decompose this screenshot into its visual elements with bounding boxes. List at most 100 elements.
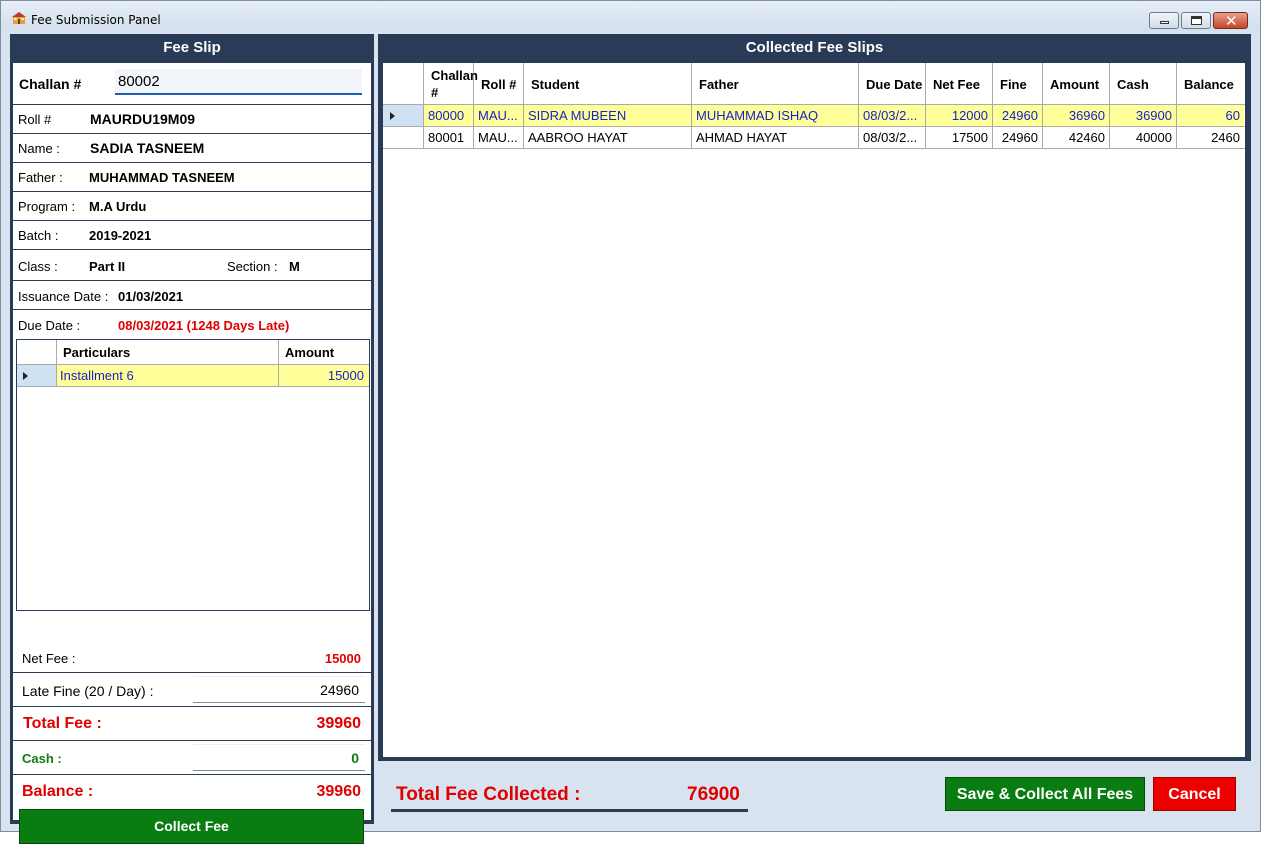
program-value: M.A Urdu [89,199,147,214]
due-date-column-header[interactable]: Due Date [859,63,926,105]
row-selector[interactable] [383,105,424,126]
father-cell[interactable]: MUHAMMAD ISHAQ [692,105,859,126]
challan-row: Challan # [13,63,371,105]
student-cell[interactable]: SIDRA MUBEEN [524,105,692,126]
due-date-label: Due Date : [18,318,81,333]
collected-fee-slips-grid[interactable]: Challan # Roll # Student Father Due Date… [383,63,1245,757]
late-fine-label: Late Fine (20 / Day) : [22,683,154,699]
table-row[interactable]: 80000 MAU... SIDRA MUBEEN MUHAMMAD ISHAQ… [383,105,1245,127]
fee-slip-panel: Fee Slip Challan # Roll # MAURDU19M09 Na… [10,34,374,844]
fine-column-header[interactable]: Fine [993,63,1043,105]
father-cell[interactable]: AHMAD HAYAT [692,127,859,148]
program-label: Program : [18,199,76,214]
father-label: Father : [18,170,63,185]
row-selector[interactable] [17,365,57,386]
late-fine-input[interactable] [193,676,365,703]
class-value: Part II [89,259,126,274]
roll-label: Roll # [18,112,52,127]
fee-slip-header: Fee Slip [163,39,221,56]
cash-row: Cash : [13,741,371,775]
row-header-corner [383,63,424,105]
challan-cell[interactable]: 80001 [424,127,474,148]
section-label: Section : [227,259,278,274]
collected-fee-slips-panel: Collected Fee Slips Challan # Roll # Stu… [378,34,1251,761]
balance-value: 39960 [316,783,362,800]
total-underline [391,809,748,812]
total-fee-row: Total Fee : 39960 [13,707,371,741]
window-title: Fee Submission Panel [31,13,161,27]
title-bar[interactable]: Fee Submission Panel ✕ [1,1,1260,31]
issuance-row: Issuance Date : 01/03/2021 [13,281,371,310]
collect-fee-button[interactable]: Collect Fee [19,809,364,844]
row-selector[interactable] [383,127,424,148]
balance-cell[interactable]: 2460 [1177,127,1244,148]
roll-row: Roll # MAURDU19M09 [13,105,371,134]
roll-cell[interactable]: MAU... [474,127,524,148]
save-collect-all-button[interactable]: Save & Collect All Fees [945,777,1145,811]
father-value: MUHAMMAD TASNEEM [89,170,235,185]
fee-submission-window: Fee Submission Panel ✕ Fee Slip Challan … [0,0,1261,844]
total-fee-collected-value: 76900 [687,784,740,805]
fine-cell[interactable]: 24960 [993,105,1043,126]
cash-cell[interactable]: 36900 [1110,105,1177,126]
amount-cell[interactable]: 36960 [1043,105,1110,126]
challan-column-header[interactable]: Challan # [424,63,478,105]
father-column-header[interactable]: Father [692,63,859,105]
due-date-value: 08/03/2021 (1248 Days Late) [118,318,290,333]
maximize-button[interactable] [1181,12,1211,29]
current-row-arrow-icon [23,372,28,380]
balance-cell[interactable]: 60 [1177,105,1244,126]
minimize-button[interactable] [1149,12,1179,29]
particulars-grid-header: Particulars Amount [17,340,369,365]
cash-column-header[interactable]: Cash [1110,63,1177,105]
class-label: Class : [18,259,58,274]
fine-cell[interactable]: 24960 [993,127,1043,148]
table-row[interactable]: 80001 MAU... AABROO HAYAT AHMAD HAYAT 08… [383,127,1245,149]
collected-fee-slips-header: Collected Fee Slips [745,39,884,56]
batch-label: Batch : [18,228,59,243]
amount-column-header[interactable]: Amount [1043,63,1110,105]
particulars-grid[interactable]: Particulars Amount Installment 6 15000 [16,339,370,611]
batch-row: Batch : 2019-2021 [13,221,371,250]
maximize-icon [1191,16,1202,25]
net-fee-row: Net Fee : 15000 [13,642,371,673]
net-fee-cell[interactable]: 17500 [926,127,993,148]
section-value: M [289,259,300,274]
challan-cell[interactable]: 80000 [424,105,474,126]
late-fine-row: Late Fine (20 / Day) : [13,673,371,707]
issuance-label: Issuance Date : [18,289,109,304]
program-row: Program : M.A Urdu [13,192,371,221]
challan-input[interactable] [115,69,362,95]
total-fee-collected-label: Total Fee Collected : [396,784,581,805]
balance-label: Balance : [22,783,94,800]
issuance-value: 01/03/2021 [118,289,184,304]
amount-cell[interactable]: 15000 [279,365,369,386]
school-building-icon [12,12,26,24]
net-fee-label: Net Fee : [22,651,76,666]
cash-input[interactable] [193,744,365,771]
student-cell[interactable]: AABROO HAYAT [524,127,692,148]
cancel-button[interactable]: Cancel [1153,777,1236,811]
student-column-header[interactable]: Student [524,63,692,105]
due-date-cell[interactable]: 08/03/2... [859,127,926,148]
roll-column-header[interactable]: Roll # [474,63,524,105]
amount-cell[interactable]: 42460 [1043,127,1110,148]
challan-label: Challan # [19,76,82,92]
table-row[interactable]: Installment 6 15000 [17,365,369,387]
amount-column-header[interactable]: Amount [279,340,369,364]
particulars-column-header[interactable]: Particulars [57,340,279,364]
due-date-row: Due Date : 08/03/2021 (1248 Days Late) [13,310,371,339]
close-button[interactable]: ✕ [1213,12,1248,30]
net-fee-column-header[interactable]: Net Fee [926,63,993,105]
collected-grid-header: Challan # Roll # Student Father Due Date… [383,63,1245,105]
roll-cell[interactable]: MAU... [474,105,524,126]
balance-column-header[interactable]: Balance [1177,63,1244,105]
roll-value: MAURDU19M09 [90,111,196,127]
total-fee-label: Total Fee : [23,715,102,732]
net-fee-cell[interactable]: 12000 [926,105,993,126]
due-date-cell[interactable]: 08/03/2... [859,105,926,126]
total-fee-value: 39960 [316,715,362,732]
particular-cell[interactable]: Installment 6 [57,365,279,386]
cash-cell[interactable]: 40000 [1110,127,1177,148]
fee-slip-body: Challan # Roll # MAURDU19M09 Name : SADI… [13,63,371,844]
